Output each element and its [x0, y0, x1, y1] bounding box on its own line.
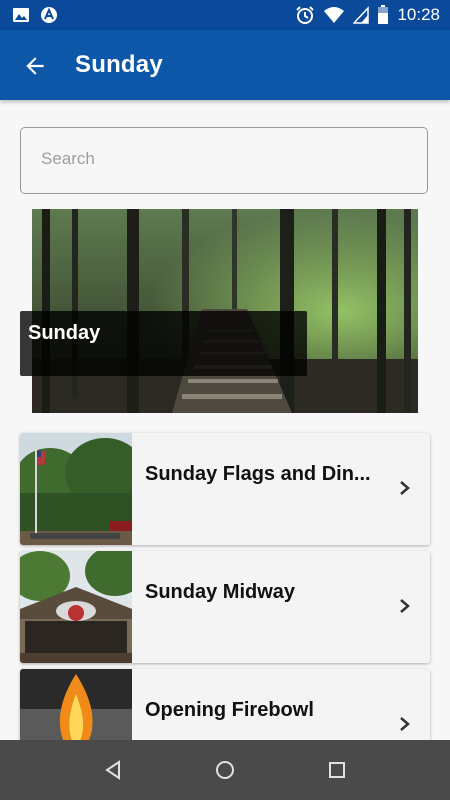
- flags-photo: [20, 433, 132, 545]
- app-bar: Sunday: [0, 30, 450, 100]
- system-nav-bar: [0, 740, 450, 800]
- image-icon: [13, 8, 29, 22]
- chevron-right-icon: [400, 717, 410, 731]
- list-item-label: Opening Firebowl: [145, 699, 314, 721]
- arrow-back-icon[interactable]: [22, 53, 48, 79]
- back-triangle-icon[interactable]: [101, 758, 125, 782]
- search-input[interactable]: [39, 148, 403, 170]
- battery-icon: [378, 5, 389, 24]
- signal-icon: [353, 6, 370, 24]
- page-title: Sunday: [75, 51, 163, 78]
- list-item-label: Sunday Flags and Din...: [145, 463, 371, 485]
- home-circle-icon[interactable]: [213, 758, 237, 782]
- wifi-icon: [324, 7, 345, 23]
- chevron-right-icon: [400, 481, 410, 495]
- list-item-label: Sunday Midway: [145, 581, 296, 603]
- alarm-icon: [296, 6, 315, 24]
- clock-time: 10:28: [397, 5, 440, 24]
- list-item[interactable]: Sunday Midway: [20, 551, 430, 663]
- hero-caption-text: Sunday: [28, 322, 101, 344]
- hero-caption: Sunday: [20, 311, 307, 376]
- chevron-right-icon: [400, 599, 410, 613]
- app-notification-icon: [41, 7, 57, 23]
- status-bar: 10:28: [0, 0, 450, 30]
- list-item[interactable]: Sunday Flags and Din...: [20, 433, 430, 545]
- recents-square-icon[interactable]: [325, 758, 349, 782]
- midway-photo: [20, 551, 132, 663]
- search-box[interactable]: [20, 127, 428, 194]
